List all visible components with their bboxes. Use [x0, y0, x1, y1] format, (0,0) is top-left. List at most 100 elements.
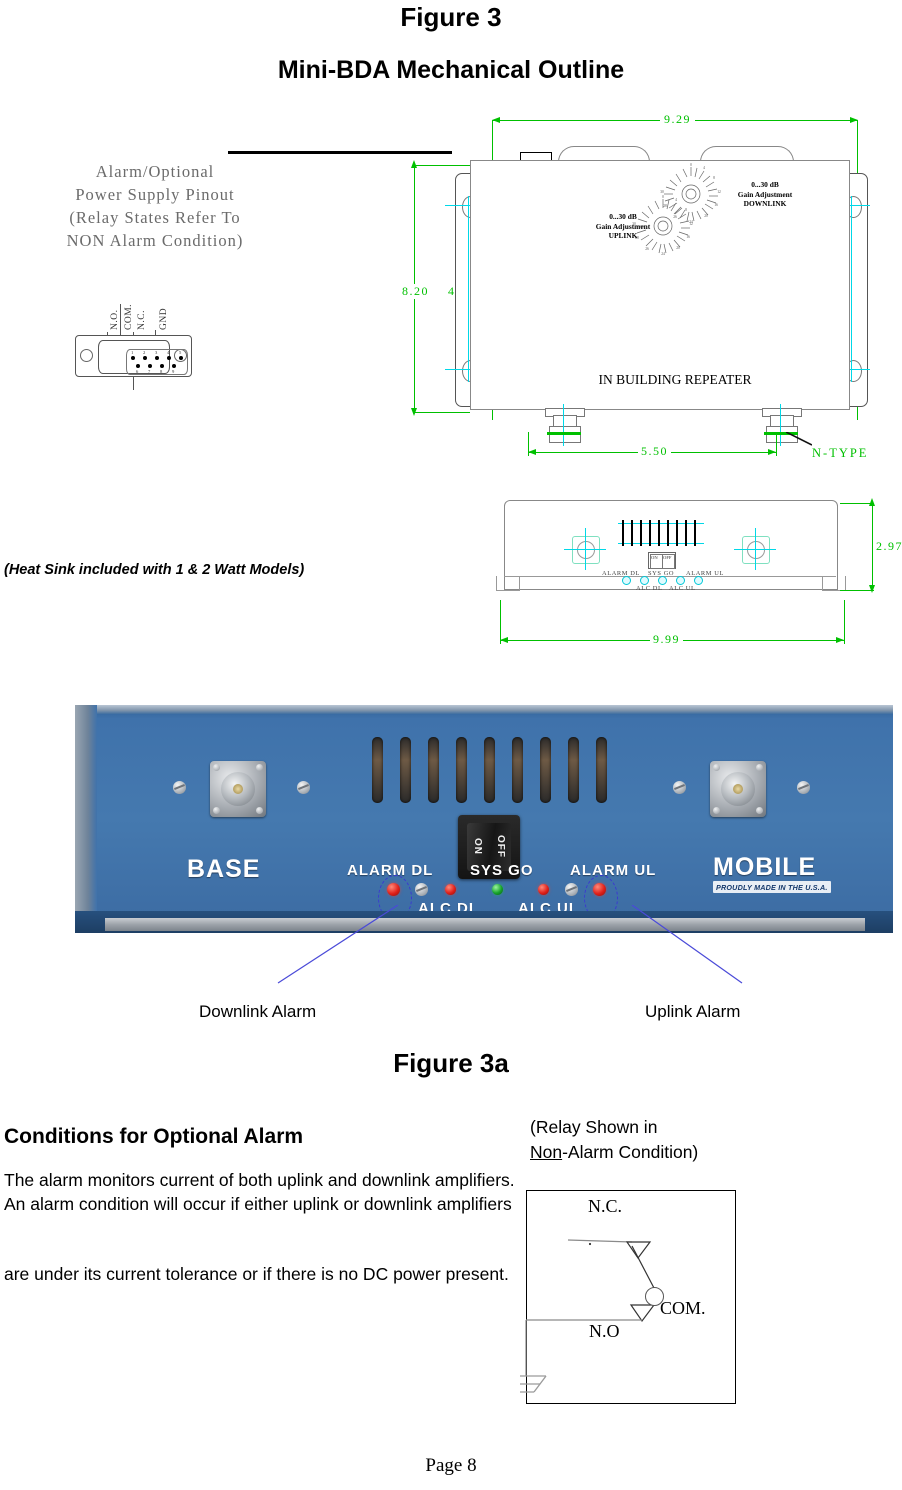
- ext-line-bottom-820: [414, 412, 470, 413]
- photo-led-alc-dl: [445, 884, 456, 895]
- db9-mount-hole-left: [80, 349, 93, 362]
- pinout-label-no: N.O.: [110, 309, 120, 330]
- photo-vent-3: [428, 737, 439, 803]
- photo-rocker-on-label: ON: [472, 838, 483, 855]
- photo-chassis-top-edge: [75, 705, 893, 714]
- front-view-power-switch[interactable]: ON OFF: [648, 552, 676, 569]
- photo-label-mobile: MOBILE: [713, 853, 817, 881]
- top-notch-line: [520, 152, 552, 154]
- centerline-screw-left-v: [584, 528, 586, 570]
- gain-downlink-range: 0...30 dB: [751, 180, 779, 189]
- photo-label-base: BASE: [187, 855, 261, 883]
- dim-arrow-left-550: [528, 449, 536, 455]
- front-view-foot-left: [496, 576, 520, 591]
- svg-text:20: 20: [676, 246, 680, 250]
- page-number-footer: Page 8: [425, 1455, 477, 1476]
- photo-pot-alc-dl[interactable]: [415, 883, 428, 896]
- front-view-led-alc-ul: [676, 576, 685, 585]
- conditions-paragraph-1: The alarm monitors current of both uplin…: [4, 1170, 515, 1214]
- dim-line-297: [872, 503, 874, 590]
- relay-caption-non-underlined: Non: [530, 1142, 563, 1162]
- svg-text:20: 20: [704, 214, 708, 218]
- pinout-lead-bottom: [133, 377, 134, 390]
- relay-caption-line-1: (Relay Shown in: [530, 1117, 658, 1137]
- callout-label-uplink-alarm: Uplink Alarm: [645, 1002, 741, 1021]
- relay-caption-suffix: -Alarm Condition): [562, 1142, 699, 1162]
- front-view-screw-left: [577, 541, 595, 559]
- callout-label-downlink-alarm: Downlink Alarm: [199, 1002, 317, 1021]
- db9-pin-number-8: 8: [160, 369, 163, 374]
- ext-line-left-999: [500, 600, 502, 644]
- front-view-vent-3: [640, 520, 642, 546]
- front-view-vent-6: [667, 520, 669, 546]
- gain-label-downlink: 0...30 dB Gain Adjustment DOWNLINK: [710, 180, 820, 209]
- photo-chassis-side-face: [75, 705, 97, 933]
- front-view-label-alarm-dl: ALARM DL: [602, 570, 640, 577]
- dim-arrow-down-297: [869, 585, 875, 593]
- pinout-caption: Alarm/Optional Power Supply Pinout (Rela…: [30, 160, 280, 252]
- front-view-label-alc-dl: ALC DL: [636, 585, 663, 592]
- relay-caption: (Relay Shown in Non-Alarm Condition): [530, 1115, 698, 1165]
- photo-panel-screw-right: [673, 781, 686, 794]
- front-view-vent-4: [649, 520, 651, 546]
- ext-line-bottom-297: [840, 590, 874, 591]
- callout-leader-uplink: [631, 905, 743, 984]
- relay-caption-line-2: Non-Alarm Condition): [530, 1140, 698, 1165]
- front-view-led-alc-dl: [640, 576, 649, 585]
- svg-text:24: 24: [689, 220, 693, 224]
- photo-pot-alc-ul[interactable]: [565, 883, 578, 896]
- pinout-label-com: COM.: [124, 303, 134, 330]
- dim-arrow-left-999: [500, 637, 508, 643]
- photo-made-in-usa-badge: PROUDLY MADE IN THE U.S.A.: [713, 881, 831, 893]
- conditions-paragraph-2: are under its current tolerance or if th…: [4, 1264, 509, 1284]
- front-elevation-view: ON OFF ALARM DL SYS GO ALARM UL ALC DL A…: [496, 500, 846, 600]
- dim-arrow-right-550: [768, 449, 776, 455]
- horizontal-rule: [228, 151, 452, 154]
- db9-pin-number-4: 4: [167, 350, 170, 355]
- centerline-screw-right-v: [754, 528, 756, 570]
- ext-line-top-297: [840, 503, 874, 504]
- photo-panel-screw-far-left: [173, 781, 186, 794]
- db9-pin-number-1: 1: [131, 350, 134, 355]
- pinout-label-gnd: GND: [159, 307, 169, 330]
- pinout-caption-line-3: (Relay States Refer To: [69, 208, 241, 227]
- photo-label-alarm-ul: ALARM UL: [570, 862, 657, 879]
- photo-vent-2: [400, 737, 411, 803]
- front-view-vent-5: [658, 520, 660, 546]
- centerline-vertical-left: [468, 196, 470, 382]
- db9-d-shell: 1 2 3 4 5 6 7 8 9: [98, 340, 188, 375]
- heat-sink-note: (Heat Sink included with 1 & 2 Watt Mode…: [4, 562, 305, 578]
- front-view-vent-2: [631, 520, 633, 546]
- callout-leader-downlink: [277, 905, 399, 984]
- n-connector-mobile: [710, 761, 766, 817]
- svg-text:0: 0: [690, 163, 692, 167]
- photo-vent-1: [372, 737, 383, 803]
- dim-arrow-left-929: [492, 117, 500, 123]
- conditions-heading: Conditions for Optional Alarm: [4, 1125, 304, 1148]
- front-view-led-alarm-ul: [694, 576, 703, 585]
- front-view-led-sys-go: [658, 576, 667, 585]
- dim-value-overall-width: 9.29: [660, 112, 695, 127]
- pinout-caption-line-2: Power Supply Pinout: [75, 185, 235, 204]
- svg-text:30: 30: [660, 190, 664, 194]
- pinout-caption-line-4: NON Alarm Condition): [66, 231, 244, 250]
- pinout-caption-line-1: Alarm/Optional: [95, 162, 215, 181]
- photo-vent-8: [568, 737, 579, 803]
- photo-vent-6: [512, 737, 523, 803]
- photo-led-sys-go: [492, 884, 503, 895]
- topview-product-label: IN BUILDING REPEATER: [598, 372, 752, 387]
- db9-pin-row-bottom: [136, 364, 176, 368]
- dim-arrow-up-297: [869, 498, 875, 506]
- pinout-label-nc: N.C.: [137, 310, 147, 330]
- svg-text:16: 16: [686, 235, 690, 239]
- gain-downlink-function: Gain Adjustment: [737, 189, 793, 199]
- db9-pin-number-9: 9: [172, 369, 175, 374]
- db9-pin-number-6: 6: [136, 369, 139, 374]
- relay-schematic-drawing: [520, 1239, 656, 1393]
- db9-pin-number-7: 7: [148, 369, 151, 374]
- front-view-foot-right: [822, 576, 846, 591]
- front-view-vent-7: [676, 520, 678, 546]
- front-view-vent-9: [694, 520, 696, 546]
- svg-text:28: 28: [663, 204, 667, 208]
- dim-value-connector-spacing: 5.50: [638, 444, 671, 459]
